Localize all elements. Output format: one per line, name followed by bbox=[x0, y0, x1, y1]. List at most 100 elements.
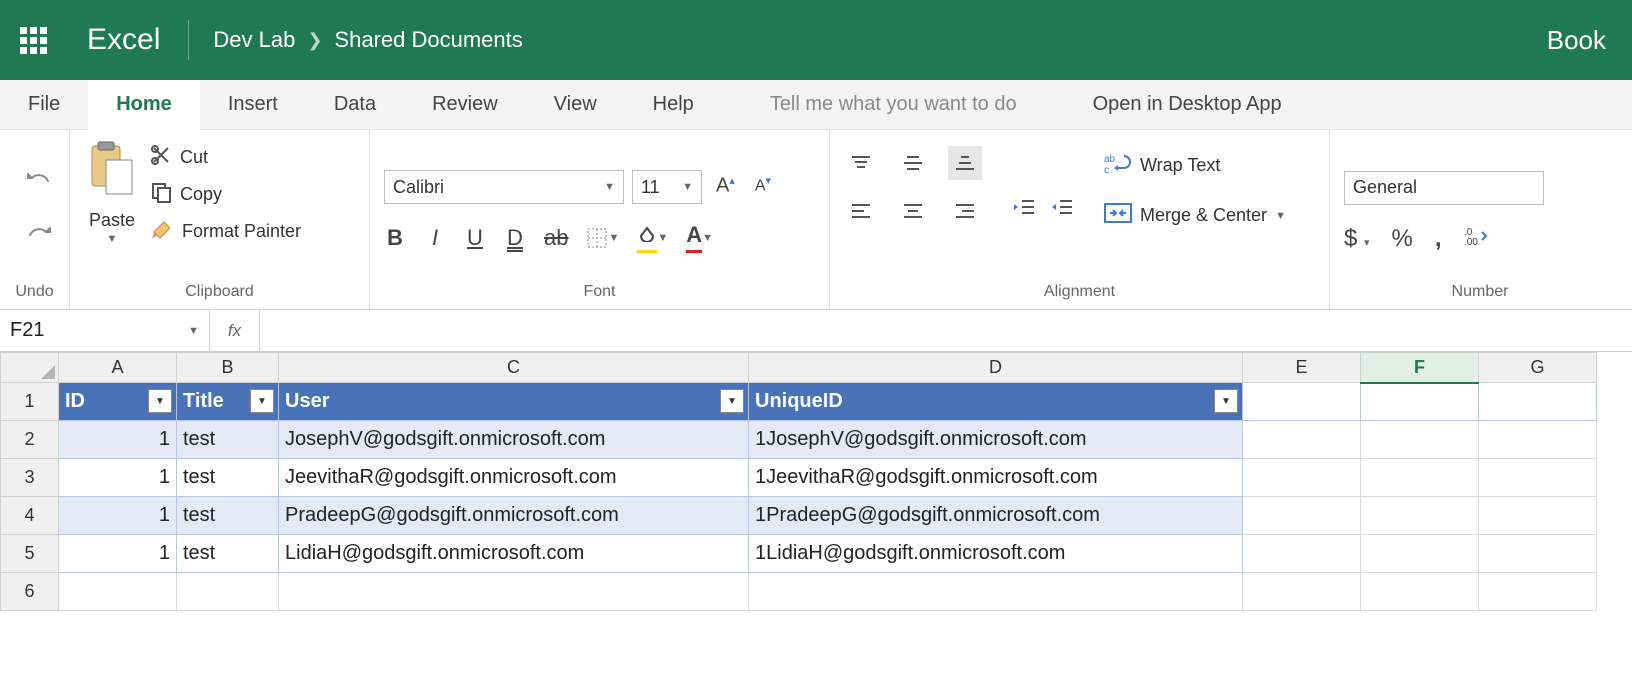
align-left-button[interactable] bbox=[844, 194, 878, 228]
cell[interactable]: test bbox=[177, 535, 279, 573]
copy-button[interactable]: Copy bbox=[150, 181, 301, 208]
fx-button[interactable]: fx bbox=[210, 310, 260, 351]
app-name[interactable]: Excel bbox=[87, 23, 160, 57]
paste-icon[interactable] bbox=[84, 138, 140, 208]
comma-format-button[interactable]: , bbox=[1435, 225, 1442, 253]
number-format-select[interactable]: General bbox=[1344, 171, 1544, 205]
cell[interactable]: test bbox=[177, 421, 279, 459]
font-size-select[interactable]: 11 ▼ bbox=[632, 170, 702, 204]
tab-view[interactable]: View bbox=[526, 80, 625, 129]
row-header[interactable]: 4 bbox=[1, 497, 59, 535]
cut-button[interactable]: Cut bbox=[150, 144, 301, 171]
strikethrough-button[interactable]: ab bbox=[544, 225, 568, 251]
tell-me-search[interactable]: Tell me what you want to do bbox=[722, 80, 1065, 129]
cell[interactable]: 1 bbox=[59, 421, 177, 459]
tab-file[interactable]: File bbox=[0, 80, 88, 129]
wrap-text-button[interactable]: abc Wrap Text bbox=[1104, 152, 1286, 179]
tab-data[interactable]: Data bbox=[306, 80, 404, 129]
align-middle-button[interactable] bbox=[896, 146, 930, 180]
select-all-corner[interactable] bbox=[1, 353, 59, 383]
cell[interactable]: 1JosephV@godsgift.onmicrosoft.com bbox=[749, 421, 1243, 459]
decrease-font-button[interactable]: A▾ bbox=[749, 170, 777, 204]
font-color-button[interactable]: A ▼ bbox=[686, 222, 713, 253]
column-header[interactable]: G bbox=[1479, 353, 1597, 383]
double-underline-button[interactable]: D bbox=[504, 225, 526, 251]
align-right-button[interactable] bbox=[948, 194, 982, 228]
cell[interactable]: PradeepG@godsgift.onmicrosoft.com bbox=[279, 497, 749, 535]
row-header[interactable]: 5 bbox=[1, 535, 59, 573]
increase-font-button[interactable]: A▴ bbox=[710, 170, 741, 204]
column-header[interactable]: D bbox=[749, 353, 1243, 383]
cell[interactable] bbox=[1361, 421, 1479, 459]
underline-button[interactable]: U bbox=[464, 225, 486, 251]
breadcrumb-item[interactable]: Dev Lab bbox=[213, 27, 295, 53]
table-header-cell[interactable]: User▼ bbox=[279, 383, 749, 421]
decrease-indent-button[interactable] bbox=[1012, 198, 1036, 216]
cell[interactable] bbox=[279, 573, 749, 611]
cell[interactable] bbox=[1479, 383, 1597, 421]
cell[interactable]: 1PradeepG@godsgift.onmicrosoft.com bbox=[749, 497, 1243, 535]
cell[interactable] bbox=[1361, 535, 1479, 573]
cell[interactable] bbox=[1479, 459, 1597, 497]
spreadsheet-grid[interactable]: ABCDEFG1ID▼Title▼User▼UniqueID▼21testJos… bbox=[0, 352, 1632, 611]
column-header[interactable]: B bbox=[177, 353, 279, 383]
cell[interactable]: 1 bbox=[59, 497, 177, 535]
paste-button[interactable]: Paste bbox=[89, 210, 135, 231]
align-bottom-button[interactable] bbox=[948, 146, 982, 180]
redo-button[interactable] bbox=[26, 222, 56, 248]
font-name-select[interactable]: Calibri ▼ bbox=[384, 170, 624, 204]
open-desktop-button[interactable]: Open in Desktop App bbox=[1065, 80, 1310, 129]
cell[interactable] bbox=[1243, 383, 1361, 421]
cell[interactable] bbox=[1361, 459, 1479, 497]
cell[interactable]: LidiaH@godsgift.onmicrosoft.com bbox=[279, 535, 749, 573]
row-header[interactable]: 1 bbox=[1, 383, 59, 421]
column-header[interactable]: C bbox=[279, 353, 749, 383]
column-header[interactable]: F bbox=[1361, 353, 1479, 383]
cell[interactable] bbox=[1479, 497, 1597, 535]
cell[interactable] bbox=[1243, 573, 1361, 611]
cell[interactable] bbox=[1479, 535, 1597, 573]
row-header[interactable]: 2 bbox=[1, 421, 59, 459]
tab-review[interactable]: Review bbox=[404, 80, 526, 129]
merge-center-button[interactable]: Merge & Center ▼ bbox=[1104, 203, 1286, 228]
percent-format-button[interactable]: % bbox=[1392, 225, 1413, 253]
cell[interactable] bbox=[1243, 497, 1361, 535]
filter-button[interactable]: ▼ bbox=[250, 389, 274, 413]
accounting-format-button[interactable]: $ ▾ bbox=[1344, 225, 1370, 253]
undo-button[interactable] bbox=[26, 168, 56, 194]
cell[interactable]: 1JeevithaR@godsgift.onmicrosoft.com bbox=[749, 459, 1243, 497]
cell[interactable] bbox=[1479, 573, 1597, 611]
cell[interactable] bbox=[749, 573, 1243, 611]
chevron-down-icon[interactable]: ▼ bbox=[107, 233, 118, 245]
increase-indent-button[interactable] bbox=[1050, 198, 1074, 216]
row-header[interactable]: 6 bbox=[1, 573, 59, 611]
cell[interactable] bbox=[1361, 573, 1479, 611]
cell[interactable] bbox=[59, 573, 177, 611]
format-painter-button[interactable]: Format Painter bbox=[150, 218, 301, 245]
cell[interactable] bbox=[1479, 421, 1597, 459]
cell[interactable] bbox=[1361, 383, 1479, 421]
column-header[interactable]: E bbox=[1243, 353, 1361, 383]
align-center-button[interactable] bbox=[896, 194, 930, 228]
bold-button[interactable]: B bbox=[384, 225, 406, 251]
formula-input[interactable] bbox=[260, 310, 1632, 351]
cell[interactable]: JeevithaR@godsgift.onmicrosoft.com bbox=[279, 459, 749, 497]
table-header-cell[interactable]: Title▼ bbox=[177, 383, 279, 421]
cell[interactable] bbox=[1243, 535, 1361, 573]
cell[interactable]: 1LidiaH@godsgift.onmicrosoft.com bbox=[749, 535, 1243, 573]
app-launcher-icon[interactable] bbox=[20, 27, 47, 54]
cell[interactable]: 1 bbox=[59, 459, 177, 497]
borders-button[interactable]: ▼ bbox=[586, 227, 619, 249]
increase-decimal-button[interactable]: .0.00 bbox=[1464, 226, 1490, 251]
cell[interactable] bbox=[1361, 497, 1479, 535]
tab-home[interactable]: Home bbox=[88, 80, 200, 130]
cell[interactable]: JosephV@godsgift.onmicrosoft.com bbox=[279, 421, 749, 459]
column-header[interactable]: A bbox=[59, 353, 177, 383]
cell[interactable] bbox=[1243, 459, 1361, 497]
align-top-button[interactable] bbox=[844, 146, 878, 180]
cell[interactable]: test bbox=[177, 459, 279, 497]
italic-button[interactable]: I bbox=[424, 225, 446, 251]
cell[interactable] bbox=[1243, 421, 1361, 459]
tab-insert[interactable]: Insert bbox=[200, 80, 306, 129]
cell[interactable] bbox=[177, 573, 279, 611]
